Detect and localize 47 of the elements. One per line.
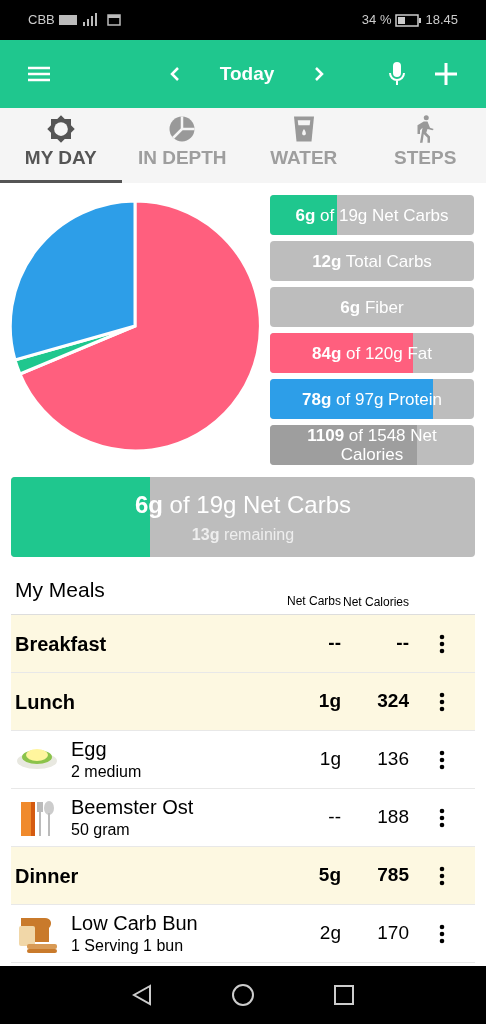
meal-name: Dinner (14, 863, 80, 889)
net-calories-value: 785 (376, 863, 409, 888)
more-options-icon[interactable] (439, 633, 445, 654)
more-options-icon[interactable] (439, 865, 445, 886)
more-options-icon[interactable] (439, 923, 445, 944)
macro-label: 1109 of 1548 Net Calories (306, 426, 438, 464)
back-icon[interactable] (132, 984, 152, 1006)
net-carbs-value: 5g (317, 863, 341, 888)
column-header: Net Carbs (285, 593, 341, 610)
more-options-icon[interactable] (439, 807, 445, 828)
net-carbs-value: -- (327, 631, 341, 656)
more-options-icon[interactable] (439, 691, 445, 712)
net-carbs-value: 1g (318, 747, 341, 772)
more-options-icon[interactable] (439, 749, 445, 770)
net-calories-value: 188 (376, 805, 409, 830)
net-carbs-value: 2g (318, 921, 341, 946)
net-carbs-value: 1g (317, 689, 341, 714)
net-calories-value: -- (395, 631, 409, 656)
tab[interactable]: MY DAY (0, 108, 122, 183)
net-calories-value: 170 (376, 921, 409, 946)
meal-name: Breakfast (14, 631, 108, 657)
food-amount: 1 Serving 1 bun (71, 936, 185, 956)
battery-percent: 34 % (361, 11, 392, 30)
meal-row[interactable]: Lunch 1g 324 (11, 673, 475, 731)
net-calories-value: 136 (376, 747, 409, 772)
food-name: Beemster Ost (71, 795, 194, 820)
food-amount: 50 gram (71, 820, 131, 840)
food-name: Egg (71, 737, 108, 762)
section-title: My Meals (14, 576, 106, 603)
recents-icon[interactable] (334, 985, 354, 1005)
date-title: Today (219, 61, 275, 86)
home-icon[interactable] (232, 984, 254, 1006)
net-calories-value: 324 (376, 689, 409, 714)
food-name: Low Carb Bun (71, 911, 198, 936)
egg-plate-icon (15, 748, 59, 771)
carrier-name: CBB (28, 11, 55, 30)
column-header: Net Calories (341, 594, 409, 610)
clock: 18.45 (425, 11, 458, 30)
battery-icon (395, 13, 422, 27)
net-carbs-value: -- (327, 805, 341, 830)
macro-label: 6g of 19g Net Carbs (295, 205, 449, 225)
food-amount: 2 medium (71, 762, 142, 782)
sun-icon (45, 113, 76, 144)
calendar-icon (106, 14, 121, 26)
meal-row[interactable]: Breakfast -- -- (11, 615, 475, 673)
meal-name: Lunch (14, 689, 76, 715)
meal-row[interactable]: Dinner 5g 785 (11, 847, 475, 905)
